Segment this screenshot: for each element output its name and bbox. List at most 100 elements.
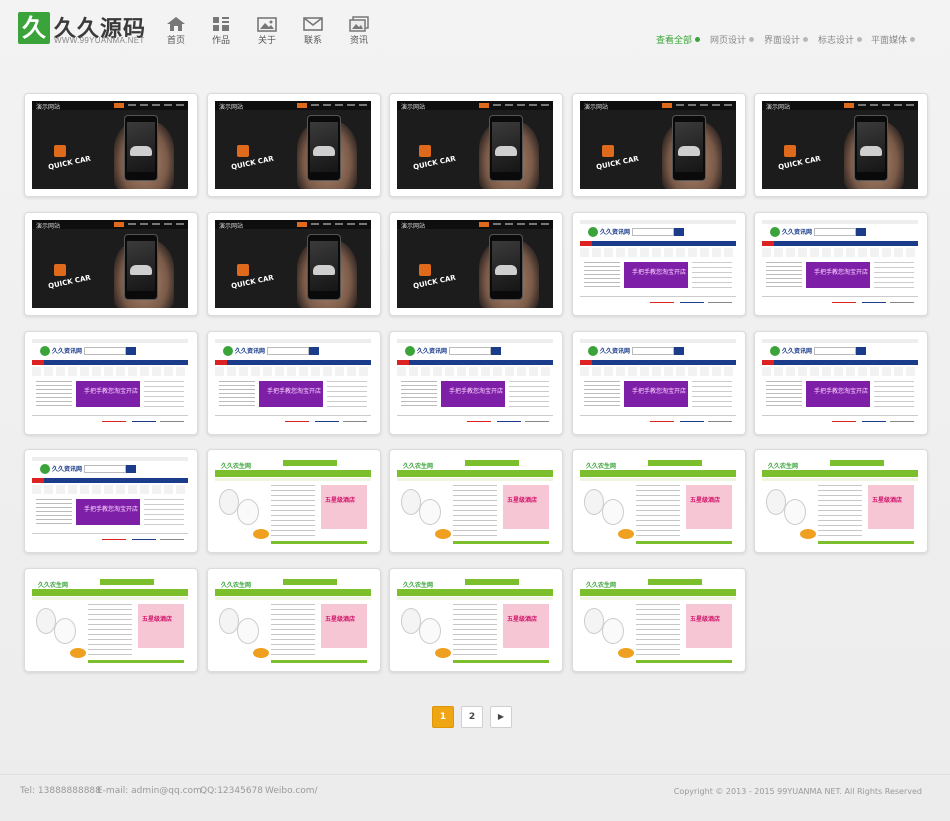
portfolio-item[interactable]: 久久农生网 五星级酒店: [207, 449, 381, 553]
thumbnail: 演示网站 QUICK CAR: [397, 101, 553, 189]
portfolio-item[interactable]: 演示网站 QUICK CAR: [207, 93, 381, 197]
portfolio-item[interactable]: 久久资讯网 手把手教您淘宝开店: [572, 212, 746, 316]
thumb-title: QUICK CAR: [777, 154, 822, 172]
portfolio-item[interactable]: 久久资讯网 手把手教您淘宝开店: [24, 331, 198, 435]
footer-weibo[interactable]: Weibo.com/: [265, 786, 318, 796]
thumb-brand: 演示网站: [36, 223, 61, 230]
thumb-brand: 演示网站: [36, 104, 61, 111]
page-2-button[interactable]: 2: [461, 706, 483, 728]
thumbnail: 久久资讯网 手把手教您淘宝开店: [580, 339, 736, 427]
portfolio-item[interactable]: 久久资讯网 手把手教您淘宝开店: [754, 331, 928, 435]
nav-item-works[interactable]: 作品: [205, 16, 237, 46]
thumb-title: QUICK CAR: [47, 273, 92, 291]
thumbnail: 久久农生网 五星级酒店: [762, 457, 918, 545]
thumb-brand: 久久农生网: [221, 463, 252, 470]
thumbnail: 久久资讯网 手把手教您淘宝开店: [762, 220, 918, 308]
thumb-title: QUICK CAR: [595, 154, 640, 172]
thumb-brand: 久久农生网: [403, 463, 434, 470]
filter-all[interactable]: 查看全部: [656, 33, 701, 46]
portfolio-item[interactable]: 久久资讯网 手把手教您淘宝开店: [207, 331, 381, 435]
filter-label: 标志设计: [818, 36, 855, 46]
filter-dot-icon: [910, 37, 916, 42]
portfolio-item[interactable]: 演示网站 QUICK CAR: [389, 93, 563, 197]
portfolio-item[interactable]: 演示网站 QUICK CAR: [572, 93, 746, 197]
portfolio-item[interactable]: 久久农生网 五星级酒店: [572, 568, 746, 672]
portfolio-item[interactable]: 久久农生网 五星级酒店: [24, 568, 198, 672]
thumb-brand: 演示网站: [766, 104, 791, 111]
thumbnail: 演示网站 QUICK CAR: [32, 101, 188, 189]
thumb-ad-text: 手把手教您淘宝开店: [814, 388, 869, 395]
portfolio-item[interactable]: 久久农生网 五星级酒店: [572, 449, 746, 553]
thumb-brand: 久久资讯网: [600, 348, 631, 355]
thumb-brand: 久久农生网: [586, 582, 617, 589]
nav-label: 作品: [211, 36, 230, 46]
thumbnail: 久久资讯网 手把手教您淘宝开店: [762, 339, 918, 427]
portfolio-item[interactable]: 久久农生网 五星级酒店: [389, 568, 563, 672]
thumb-ad-text: 手把手教您淘宝开店: [84, 388, 139, 395]
portfolio-item[interactable]: 久久资讯网 手把手教您淘宝开店: [572, 331, 746, 435]
portfolio-item[interactable]: 久久农生网 五星级酒店: [754, 449, 928, 553]
nav-item-contact[interactable]: 联系: [297, 16, 329, 46]
thumbnail: 久久农生网 五星级酒店: [397, 457, 553, 545]
nav-label: 资讯: [349, 36, 368, 46]
thumbnail: 久久资讯网 手把手教您淘宝开店: [32, 339, 188, 427]
portfolio-item[interactable]: 久久资讯网 手把手教您淘宝开店: [754, 212, 928, 316]
footer-copyright: Copyright © 2013 - 2015 99YUANMA NET. Al…: [673, 787, 922, 796]
thumb-ad-text: 手把手教您淘宝开店: [632, 269, 687, 276]
portfolio-item[interactable]: 久久农生网 五星级酒店: [389, 449, 563, 553]
portfolio-item[interactable]: 久久农生网 五星级酒店: [207, 568, 381, 672]
thumb-brand: 演示网站: [219, 223, 244, 230]
filter-ui-design[interactable]: 界面设计: [764, 33, 809, 46]
filter-label: 网页设计: [710, 36, 747, 46]
thumb-ad-text: 手把手教您淘宝开店: [267, 388, 322, 395]
thumb-promo: 五星级酒店: [507, 616, 538, 623]
thumb-promo: 五星级酒店: [872, 497, 903, 504]
footer: Tel: 13888888888 E-mail: admin@qq.com QQ…: [0, 774, 950, 821]
thumbnail: 久久农生网 五星级酒店: [32, 576, 188, 664]
portfolio-item[interactable]: 演示网站 QUICK CAR: [24, 93, 198, 197]
nav-label: 联系: [303, 36, 322, 46]
page-1-button[interactable]: 1: [432, 706, 454, 728]
thumb-brand: 久久资讯网: [235, 348, 266, 355]
filter-print-media[interactable]: 平面媒体: [871, 33, 916, 46]
next-page-icon[interactable]: ▶: [490, 706, 512, 728]
filter-dot-icon: [749, 37, 755, 42]
portfolio-item[interactable]: 久久资讯网 手把手教您淘宝开店: [24, 449, 198, 553]
nav-item-about[interactable]: 关于: [251, 16, 283, 46]
portfolio-item[interactable]: 演示网站 QUICK CAR: [24, 212, 198, 316]
thumb-title: QUICK CAR: [230, 273, 275, 291]
thumbnail: 久久农生网 五星级酒店: [397, 576, 553, 664]
filter-label: 查看全部: [656, 36, 693, 46]
thumbnail: 演示网站 QUICK CAR: [762, 101, 918, 189]
thumbnail: 久久资讯网 手把手教您淘宝开店: [215, 339, 371, 427]
nav-item-news[interactable]: 资讯: [343, 16, 375, 46]
thumbnail: 久久农生网 五星级酒店: [580, 576, 736, 664]
thumb-promo: 五星级酒店: [690, 497, 721, 504]
portfolio-item[interactable]: 演示网站 QUICK CAR: [754, 93, 928, 197]
filter-web-design[interactable]: 网页设计: [710, 33, 755, 46]
thumb-brand: 久久资讯网: [782, 348, 813, 355]
thumbnail: 演示网站 QUICK CAR: [580, 101, 736, 189]
home-icon: [167, 17, 185, 31]
portfolio-item[interactable]: 演示网站 QUICK CAR: [389, 212, 563, 316]
nav-label: 首页: [166, 36, 185, 46]
thumb-ad-text: 手把手教您淘宝开店: [814, 269, 869, 276]
thumbnail: 久久农生网 五星级酒店: [215, 576, 371, 664]
filter-dot-icon: [803, 37, 809, 42]
portfolio-item[interactable]: 久久资讯网 手把手教您淘宝开店: [389, 331, 563, 435]
thumb-title: QUICK CAR: [412, 273, 457, 291]
portfolio-item[interactable]: 演示网站 QUICK CAR: [207, 212, 381, 316]
site-logo[interactable]: 久 久久源码 WWW.99YUANMA.NET: [18, 12, 145, 46]
thumb-brand: 久久农生网: [768, 463, 799, 470]
thumb-promo: 五星级酒店: [325, 497, 356, 504]
thumb-ad-text: 手把手教您淘宝开店: [84, 506, 139, 513]
nav-item-home[interactable]: 首页: [160, 16, 192, 46]
thumb-title: QUICK CAR: [47, 154, 92, 172]
thumbnail: 久久资讯网 手把手教您淘宝开店: [580, 220, 736, 308]
footer-email[interactable]: E-mail: admin@qq.com: [97, 786, 202, 796]
thumbnail: 久久资讯网 手把手教您淘宝开店: [397, 339, 553, 427]
image-icon: [257, 17, 277, 32]
thumb-brand: 演示网站: [219, 104, 244, 111]
logo-badge: 久: [18, 12, 50, 44]
filter-logo-design[interactable]: 标志设计: [818, 33, 863, 46]
